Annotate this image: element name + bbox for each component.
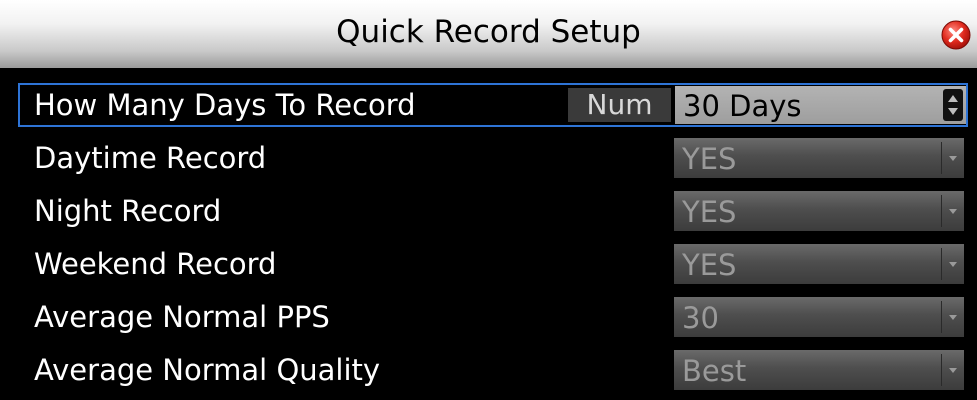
chevron-down-icon[interactable] [949,262,957,267]
average-normal-pps-value: 30 [682,301,719,335]
chevron-down-icon[interactable] [949,209,957,214]
dialog-title: Quick Record Setup [336,14,641,50]
days-to-record-label: How Many Days To Record [34,88,416,122]
row-night-record: Night Record YES [18,189,968,233]
average-normal-quality-label: Average Normal Quality [34,353,381,387]
dialog-titlebar: Quick Record Setup [0,0,977,68]
average-normal-pps-select[interactable]: 30 [674,297,964,337]
average-normal-quality-value: Best [682,354,747,388]
daytime-record-value: YES [682,142,737,176]
row-weekend-record: Weekend Record YES [18,242,968,286]
spinner-up-icon[interactable] [948,95,958,102]
night-record-label: Night Record [34,194,222,228]
spinner-arrows[interactable] [943,89,963,121]
input-mode-badge: Num [568,88,671,122]
chevron-down-icon[interactable] [949,156,957,161]
chevron-down-icon[interactable] [949,368,957,373]
chevron-down-icon[interactable] [949,315,957,320]
weekend-record-select[interactable]: YES [674,244,964,284]
daytime-record-select[interactable]: YES [674,138,964,178]
weekend-record-label: Weekend Record [34,247,277,281]
select-divider [941,248,942,280]
select-divider [941,354,942,386]
weekend-record-value: YES [682,248,737,282]
select-divider [941,195,942,227]
average-normal-quality-select[interactable]: Best [674,350,964,390]
dialog-body: How Many Days To Record Num 30 Days Dayt… [0,68,977,400]
row-average-normal-quality: Average Normal Quality Best [18,348,968,392]
row-daytime-record: Daytime Record YES [18,136,968,180]
row-average-normal-pps: Average Normal PPS 30 [18,295,968,339]
daytime-record-label: Daytime Record [34,141,267,175]
days-to-record-value: 30 Days [683,89,802,123]
days-to-record-spinner[interactable]: 30 Days [675,86,966,124]
row-days-to-record[interactable]: How Many Days To Record Num 30 Days [18,83,968,127]
spinner-down-icon[interactable] [948,108,958,115]
close-icon[interactable] [941,20,971,50]
select-divider [941,142,942,174]
night-record-value: YES [682,195,737,229]
night-record-select[interactable]: YES [674,191,964,231]
average-normal-pps-label: Average Normal PPS [34,300,330,334]
select-divider [941,301,942,333]
